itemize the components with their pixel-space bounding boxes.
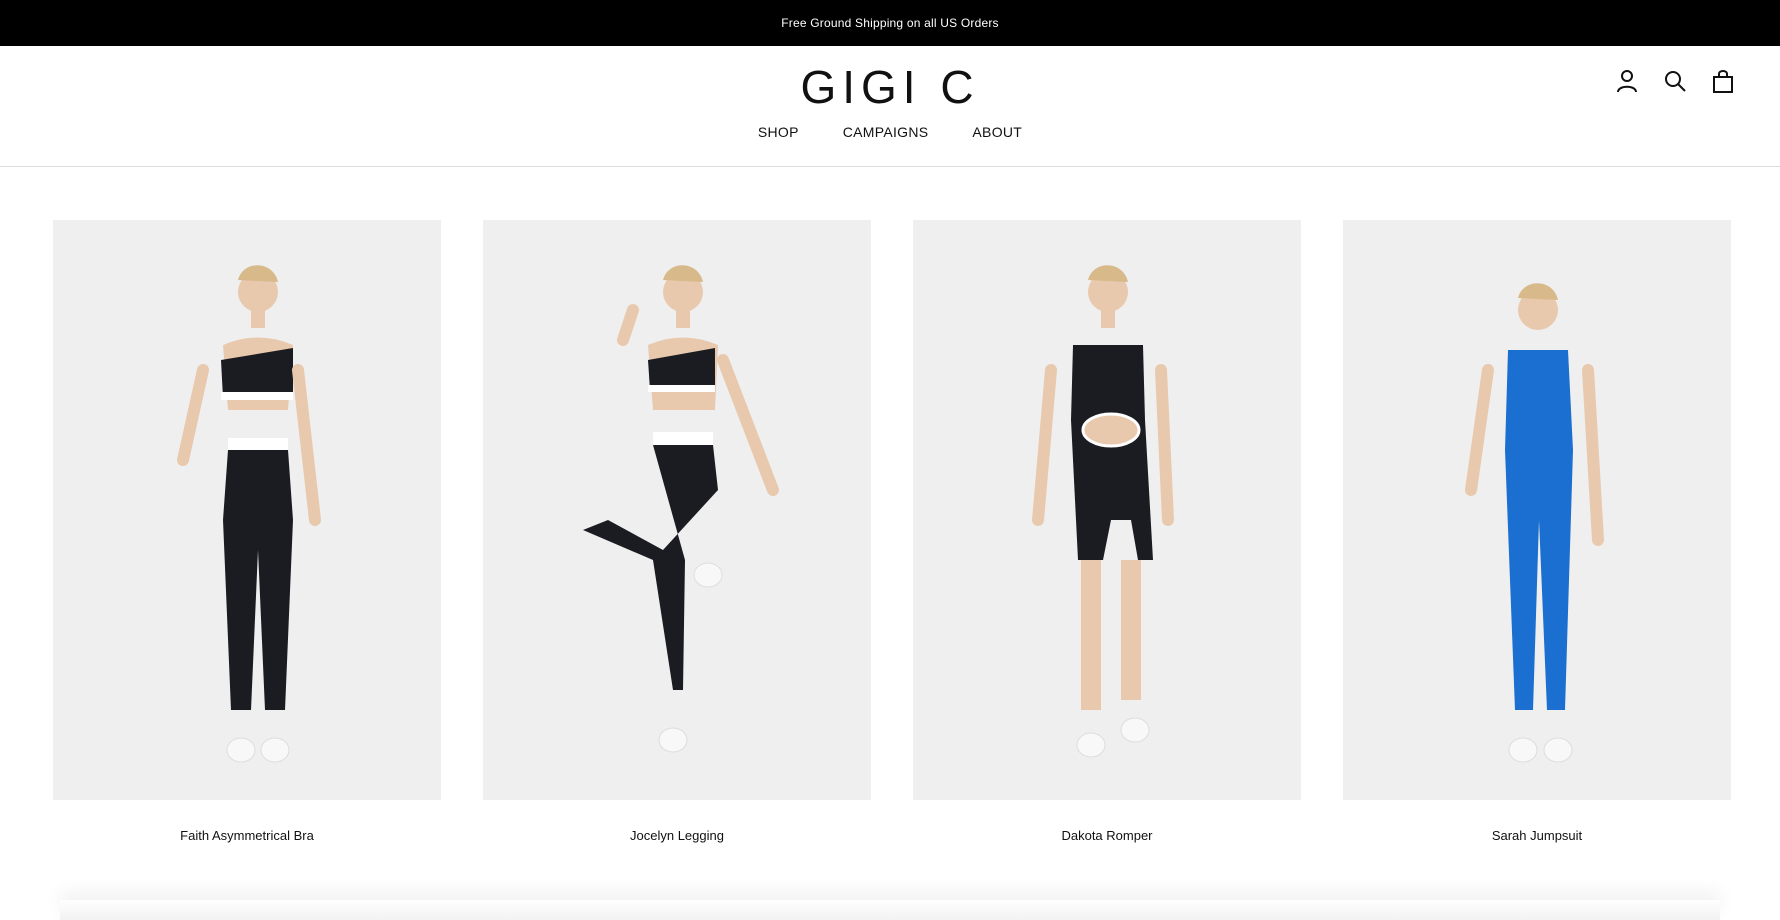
search-icon[interactable] bbox=[1664, 68, 1686, 94]
product-card[interactable]: Sarah Jumpsuit bbox=[1343, 220, 1731, 843]
product-image[interactable] bbox=[53, 220, 441, 800]
product-image[interactable] bbox=[483, 220, 871, 800]
product-name[interactable]: Sarah Jumpsuit bbox=[1343, 828, 1731, 843]
nav-shop[interactable]: SHOP bbox=[758, 124, 799, 140]
announcement-bar: Free Ground Shipping on all US Orders bbox=[0, 0, 1780, 46]
announcement-text: Free Ground Shipping on all US Orders bbox=[781, 16, 999, 30]
product-name[interactable]: Jocelyn Legging bbox=[483, 828, 871, 843]
main-nav: SHOP CAMPAIGNS ABOUT bbox=[0, 124, 1780, 140]
nav-campaigns[interactable]: CAMPAIGNS bbox=[843, 124, 929, 140]
product-name[interactable]: Faith Asymmetrical Bra bbox=[53, 828, 441, 843]
account-icon[interactable] bbox=[1616, 68, 1638, 94]
nav-about[interactable]: ABOUT bbox=[972, 124, 1022, 140]
product-image[interactable] bbox=[1343, 220, 1731, 800]
product-card[interactable]: Jocelyn Legging bbox=[483, 220, 871, 843]
product-name[interactable]: Dakota Romper bbox=[913, 828, 1301, 843]
brand-logo[interactable]: GIGI C bbox=[0, 58, 1780, 116]
product-card[interactable]: Faith Asymmetrical Bra bbox=[53, 220, 441, 843]
product-card[interactable]: Dakota Romper bbox=[913, 220, 1301, 843]
product-grid: Faith Asymmetrical Bra Jocelyn Legging D… bbox=[53, 220, 1731, 843]
site-header: GIGI C SHOP CAMPAIGNS ABOUT bbox=[0, 46, 1780, 167]
footer-edge bbox=[60, 900, 1720, 920]
product-image[interactable] bbox=[913, 220, 1301, 800]
bag-icon[interactable] bbox=[1712, 68, 1734, 94]
header-icons bbox=[1616, 68, 1734, 94]
